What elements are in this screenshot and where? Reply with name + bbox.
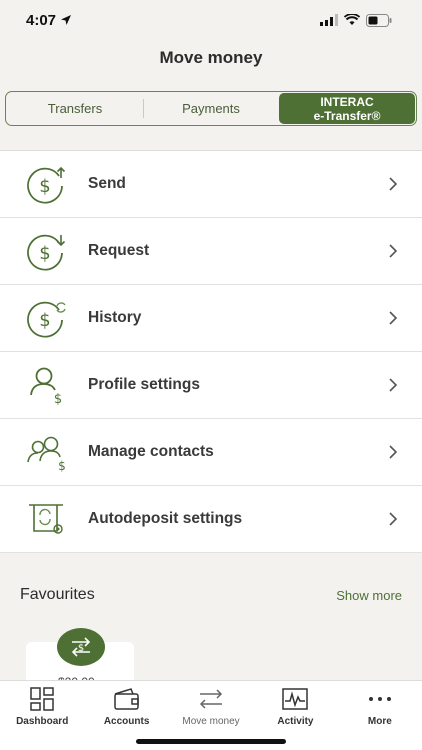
svg-text:$: $ [54, 392, 62, 405]
tab-label-accounts: Accounts [103, 716, 150, 727]
tab-dashboard[interactable]: Dashboard [0, 681, 84, 750]
dollar-send-icon: $ [24, 161, 70, 207]
favourites-header: Favourites Show more [20, 586, 402, 604]
tab-interac-line1: INTERAC [320, 94, 374, 109]
menu-label-autodeposit-settings: Autodeposit settings [88, 510, 243, 527]
svg-text:$: $ [78, 643, 84, 654]
svg-text:$: $ [39, 310, 50, 331]
signal-icon [320, 14, 338, 26]
show-more-link[interactable]: Show more [336, 588, 402, 603]
bottom-tab-bar: Dashboard Accounts Move money Activity M… [0, 680, 422, 750]
menu-item-autodeposit-settings[interactable]: Autodeposit settings [0, 486, 422, 553]
contacts-dollar-icon: $ [24, 429, 70, 475]
svg-text:$: $ [39, 243, 50, 264]
tab-label-more: More [367, 716, 392, 727]
activity-icon [282, 687, 309, 711]
autodeposit-icon [24, 496, 70, 542]
menu-label-profile-settings: Profile settings [88, 376, 200, 393]
menu-item-manage-contacts[interactable]: $ Manage contacts [0, 419, 422, 486]
transfer-arrows-icon [197, 687, 225, 711]
svg-text:$: $ [58, 459, 66, 472]
dollar-request-icon: $ [24, 228, 70, 274]
page-title: Move money [159, 48, 263, 67]
tab-label-dashboard: Dashboard [16, 716, 69, 727]
menu-label-request: Request [88, 242, 150, 259]
chevron-right-icon [389, 244, 398, 258]
wifi-icon [344, 14, 360, 25]
location-arrow-icon [61, 15, 72, 25]
home-indicator[interactable] [136, 739, 286, 744]
chevron-right-icon [389, 378, 398, 392]
favourites-title: Favourites [20, 586, 95, 603]
status-indicators [320, 13, 392, 27]
chevron-right-icon [389, 177, 398, 191]
tab-more[interactable]: More [338, 681, 422, 750]
menu-item-profile-settings[interactable]: $ Profile settings [0, 352, 422, 419]
chevron-right-icon [389, 311, 398, 325]
tab-label-move-money: Move money [182, 716, 240, 727]
chevron-right-icon [389, 445, 398, 459]
menu-label-history: History [88, 309, 142, 326]
menu-item-history[interactable]: $ History [0, 285, 422, 352]
status-bar: 4:07 [0, 0, 422, 40]
tab-label-activity: Activity [277, 716, 314, 727]
wallet-icon [113, 687, 141, 711]
svg-text:$: $ [39, 176, 50, 197]
transfer-type-segmented-control: Transfers Payments INTERAC e-Transfer® [5, 91, 417, 126]
dashboard-icon [30, 687, 54, 711]
profile-dollar-icon: $ [24, 362, 70, 408]
favourite-transfer-icon: $ [57, 628, 105, 666]
menu-item-send[interactable]: $ Send [0, 151, 422, 218]
chevron-right-icon [389, 512, 398, 526]
tab-payments[interactable]: Payments [143, 93, 279, 124]
tab-transfers[interactable]: Transfers [7, 93, 143, 124]
more-dots-icon [367, 687, 393, 711]
menu-item-request[interactable]: $ Request [0, 218, 422, 285]
menu-label-send: Send [88, 175, 126, 192]
tab-interac-line2: e-Transfer® [313, 108, 381, 123]
status-time: 4:07 [26, 12, 72, 29]
battery-icon [366, 13, 392, 27]
tab-interac-etransfer[interactable]: INTERAC e-Transfer® [279, 93, 415, 124]
menu-label-manage-contacts: Manage contacts [88, 443, 214, 460]
dollar-history-icon: $ [24, 295, 70, 341]
etransfer-menu: $ Send $ Request $ History $ Profile set… [0, 150, 422, 553]
clock-text: 4:07 [26, 11, 57, 29]
